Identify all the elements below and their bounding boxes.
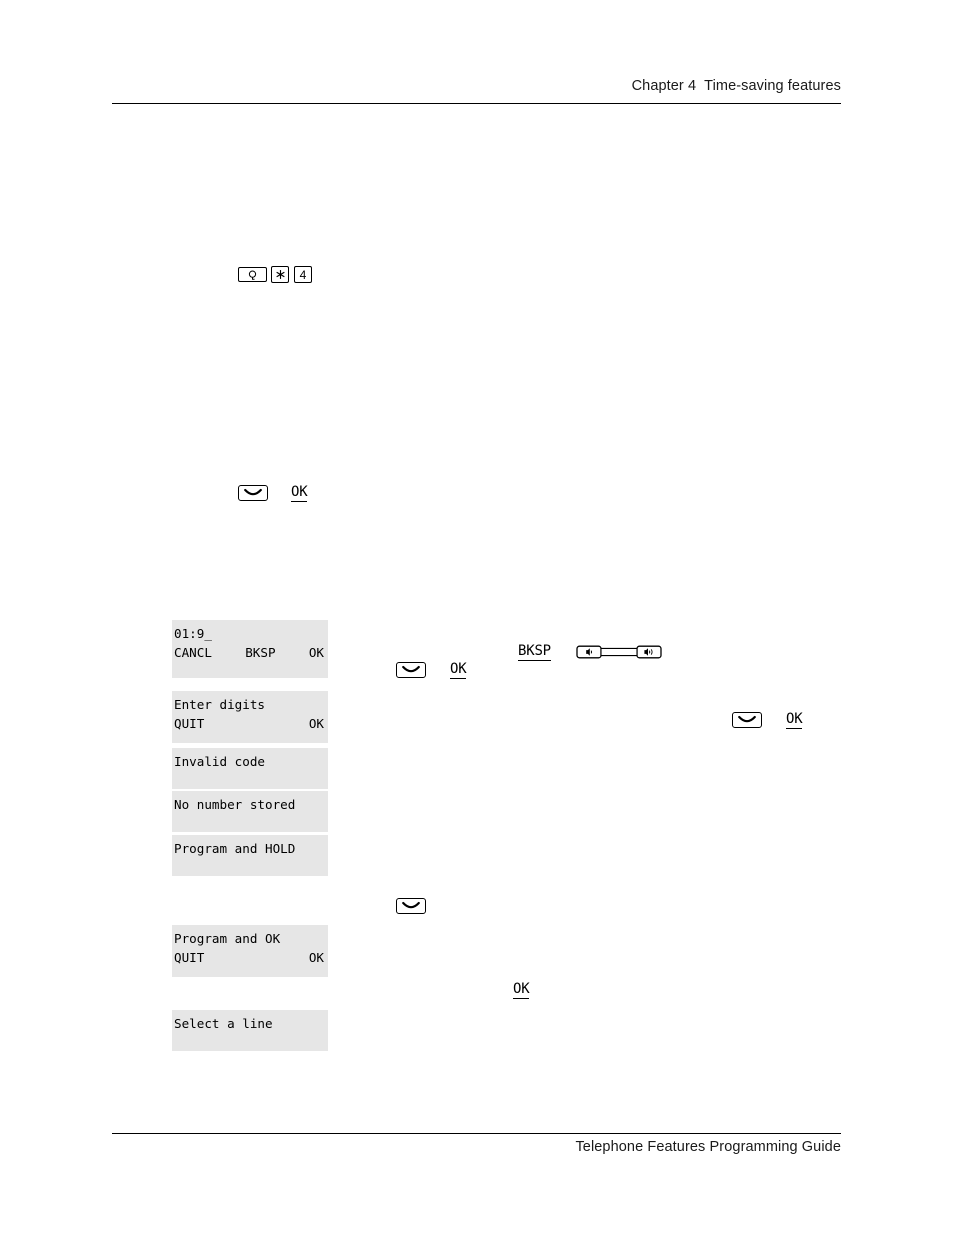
display-softkey-ok[interactable]: OK [309,643,324,662]
display-enter-digits: Enter digits QUIT OK [172,691,328,743]
display-text-row: No number stored [174,795,324,814]
star-key[interactable] [271,266,289,283]
display-entry-digits: 01:9_ CANCL BKSP OK [172,620,328,678]
display-softkey-quit[interactable]: QUIT [174,948,204,967]
display-key-icon [738,715,756,723]
display-softkey-row: QUIT OK [174,948,324,967]
display-key-icon [402,901,420,909]
display-text: Program and OK [174,931,281,946]
header-rule [112,103,841,104]
display-invalid-code: Invalid code [172,748,328,789]
display-softkey-ok[interactable]: OK [309,948,324,967]
display-text: Enter digits [174,697,265,712]
display-program-and-ok: Program and OK QUIT OK [172,925,328,977]
display-text: Program and HOLD [174,841,296,856]
display-row: 01:9_ [174,624,324,643]
softkey-label-ok-3[interactable]: OK [786,712,803,729]
display-text: 01:9_ [174,626,212,641]
volume-rocker-shape [576,645,662,659]
digit-key-four[interactable]: 4 [294,266,312,283]
display-select-a-line: Select a line [172,1010,328,1051]
display-key-button-4[interactable] [396,898,426,914]
feature-key[interactable] [238,267,267,282]
feature-globe-icon [248,270,257,280]
page-footer-guide-title: Telephone Features Programming Guide [575,1139,841,1155]
display-softkey-bksp[interactable]: BKSP [212,643,309,662]
footer-rule [112,1133,841,1134]
display-program-and-hold: Program and HOLD [172,835,328,876]
softkey-label-ok-standalone[interactable]: OK [513,982,530,999]
display-key-button-3[interactable] [732,712,762,728]
display-softkey-row: CANCL BKSP OK [174,643,324,662]
display-key-button-1[interactable] [238,485,268,501]
display-text-row: Invalid code [174,752,324,771]
page-header-chapter-title: Chapter 4 Time-saving features [631,78,841,94]
display-text-row: Program and OK [174,929,324,948]
display-key-button-2[interactable] [396,662,426,678]
display-text: Invalid code [174,754,265,769]
volume-rocker-icon[interactable] [576,645,662,662]
document-page: Chapter 4 Time-saving features 4 OK 01:9… [0,0,954,1235]
display-text-row: Program and HOLD [174,839,324,858]
display-softkey-cancl[interactable]: CANCL [174,643,212,662]
display-softkey-quit[interactable]: QUIT [174,714,204,733]
display-key-icon [244,488,262,496]
display-softkey-ok[interactable]: OK [309,714,324,733]
asterisk-icon [275,270,285,279]
display-no-number-stored: No number stored [172,791,328,832]
softkey-label-ok-1[interactable]: OK [291,485,308,502]
display-text: Select a line [174,1016,273,1031]
display-text-row: Select a line [174,1014,324,1033]
softkey-label-bksp[interactable]: BKSP [518,644,551,661]
display-softkey-row: QUIT OK [174,714,324,733]
display-key-icon [402,665,420,673]
display-text-row: Enter digits [174,695,324,714]
softkey-label-ok-2[interactable]: OK [450,662,467,679]
digit-key-four-label: 4 [299,267,307,282]
display-text: No number stored [174,797,296,812]
